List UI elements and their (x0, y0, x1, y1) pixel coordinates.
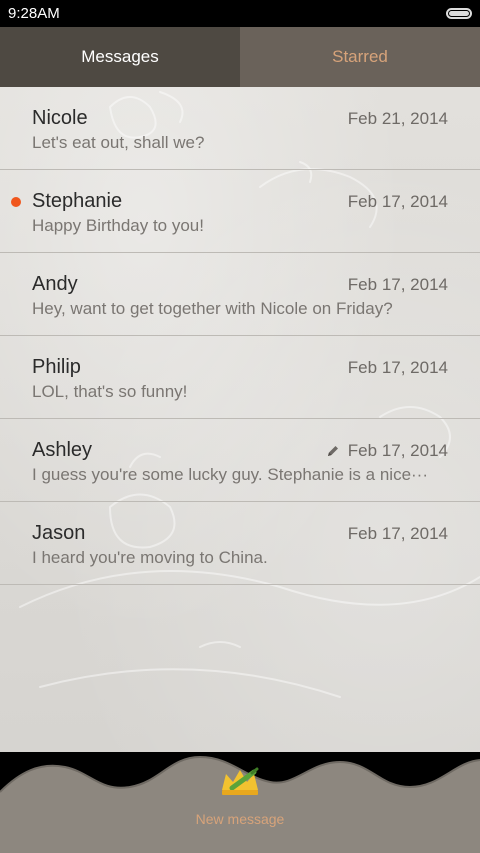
message-date: Feb 21, 2014 (347, 109, 448, 128)
message-row[interactable]: Andy Feb 17, 2014 Hey, want to get toget… (0, 253, 480, 336)
contact-name: Philip (32, 356, 81, 378)
new-message-button[interactable]: New message (180, 764, 300, 834)
message-preview: Hey, want to get together with Nicole on… (32, 299, 393, 318)
contact-name: Ashley (32, 439, 93, 461)
message-preview: LOL, that's so funny! (32, 382, 188, 401)
tab-bar: Messages Starred (0, 27, 480, 87)
contact-name: Nicole (32, 107, 88, 129)
contact-name: Stephanie (32, 190, 123, 212)
unread-indicator (11, 197, 21, 207)
status-bar: 9:28AM (0, 0, 480, 27)
message-row[interactable]: Jason Feb 17, 2014 I heard you're moving… (0, 502, 480, 585)
message-preview: I guess you're some lucky guy. Stephanie… (32, 465, 429, 484)
message-preview: I heard you're moving to China. (32, 548, 268, 567)
tab-messages-label: Messages (81, 47, 159, 66)
message-date: Feb 17, 2014 (347, 358, 448, 377)
message-preview: Happy Birthday to you! (32, 216, 204, 235)
tab-starred-label: Starred (332, 47, 388, 66)
contact-name: Andy (32, 273, 78, 295)
new-message-label: New message (195, 811, 285, 827)
message-date: Feb 17, 2014 (347, 524, 448, 543)
pencil-icon (328, 446, 338, 456)
message-row[interactable]: Nicole Feb 21, 2014 Let's eat out, shall… (0, 87, 480, 170)
status-time: 9:28AM (8, 5, 60, 22)
crown-pen-icon (222, 767, 259, 795)
message-row[interactable]: Stephanie Feb 17, 2014 Happy Birthday to… (0, 170, 480, 253)
message-date: Feb 17, 2014 (347, 192, 448, 211)
message-date: Feb 17, 2014 (347, 441, 448, 460)
message-row[interactable]: Philip Feb 17, 2014 LOL, that's so funny… (0, 336, 480, 419)
contact-name: Jason (32, 522, 86, 544)
message-date: Feb 17, 2014 (347, 275, 448, 294)
tab-starred[interactable]: Starred (240, 27, 480, 87)
message-preview: Let's eat out, shall we? (32, 133, 205, 152)
battery-icon (446, 8, 472, 19)
tab-messages[interactable]: Messages (0, 27, 240, 87)
message-list[interactable]: Nicole Feb 21, 2014 Let's eat out, shall… (0, 87, 480, 752)
message-row[interactable]: Ashley Feb 17, 2014 I guess you're some … (0, 419, 480, 502)
